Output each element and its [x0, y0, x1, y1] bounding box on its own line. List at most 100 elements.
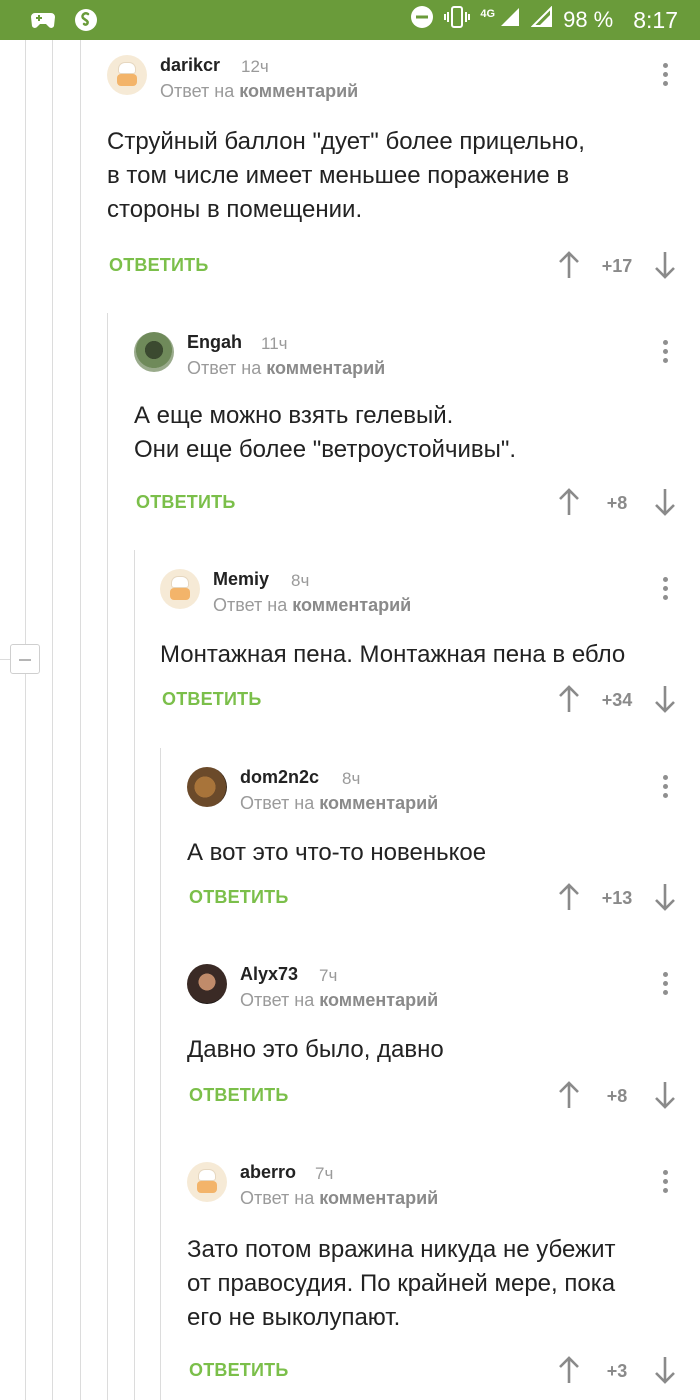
- comment-author[interactable]: Alyx73: [240, 964, 298, 985]
- more-options-icon[interactable]: [662, 970, 670, 1000]
- upvote-arrow-icon[interactable]: [558, 251, 580, 279]
- reply-to-prefix: Ответ на: [187, 358, 262, 378]
- reply-button[interactable]: ОТВЕТИТЬ: [189, 1085, 288, 1106]
- upvote-arrow-icon[interactable]: [558, 883, 580, 911]
- comment: darikcr 12ч Ответ на комментарий Струйны…: [107, 55, 700, 295]
- avatar[interactable]: [160, 569, 200, 609]
- comment-rating: +17: [601, 256, 633, 276]
- thread-line: [80, 40, 81, 1400]
- clock: 8:17: [633, 6, 678, 33]
- comment-line: Давно это было, давно: [187, 1036, 444, 1063]
- more-options-icon[interactable]: [662, 61, 670, 91]
- reply-to-link[interactable]: комментарий: [319, 990, 438, 1010]
- downvote-arrow-icon[interactable]: [654, 488, 676, 516]
- comment-rating: +3: [606, 1361, 628, 1381]
- upvote-arrow-icon[interactable]: [558, 488, 580, 516]
- comment-text: Струйный баллон "дует" более прицельно, …: [107, 125, 585, 227]
- comment-line: Зато потом вражина никуда не убежит: [187, 1236, 616, 1263]
- network-type: 4G: [480, 8, 496, 20]
- reply-to-prefix: Ответ на: [240, 1188, 315, 1208]
- signal-icon-2: [530, 5, 553, 34]
- comment-time: 8ч: [342, 769, 361, 788]
- reply-to-link[interactable]: комментарий: [319, 1188, 438, 1208]
- avatar[interactable]: [187, 767, 227, 807]
- avatar[interactable]: [187, 964, 227, 1004]
- comment: aberro 7ч Ответ на комментарий Зато пото…: [187, 1162, 700, 1400]
- comment-author[interactable]: darikcr: [160, 55, 220, 76]
- comment-text: Зато потом вражина никуда не убежит от п…: [187, 1233, 615, 1335]
- shazam-icon: [74, 8, 98, 37]
- reply-to-link[interactable]: комментарий: [266, 358, 385, 378]
- reply-to: Ответ на комментарий: [213, 595, 411, 616]
- reply-to-link[interactable]: комментарий: [239, 81, 358, 101]
- downvote-arrow-icon[interactable]: [654, 883, 676, 911]
- upvote-arrow-icon[interactable]: [558, 685, 580, 713]
- comment-author[interactable]: dom2n2c: [240, 767, 319, 788]
- more-options-icon[interactable]: [662, 773, 670, 803]
- reply-to-prefix: Ответ на: [240, 793, 315, 813]
- reply-button[interactable]: ОТВЕТИТЬ: [109, 255, 208, 276]
- comment: Engah 11ч Ответ на комментарий А еще мож…: [134, 332, 700, 532]
- reply-to: Ответ на комментарий: [240, 990, 438, 1011]
- comment-rating: +8: [606, 1086, 628, 1106]
- comment: Memiy 8ч Ответ на комментарий Монтажная …: [160, 569, 700, 729]
- comment-text: Давно это было, давно: [187, 1033, 444, 1067]
- upvote-arrow-icon[interactable]: [558, 1081, 580, 1109]
- reply-to-prefix: Ответ на: [213, 595, 288, 615]
- downvote-arrow-icon[interactable]: [654, 251, 676, 279]
- reply-to: Ответ на комментарий: [187, 358, 385, 379]
- comment: dom2n2c 8ч Ответ на комментарий А вот эт…: [187, 767, 700, 927]
- reply-button[interactable]: ОТВЕТИТЬ: [136, 492, 235, 513]
- thread-line: [52, 40, 53, 1400]
- comment-text: А еще можно взять гелевый. Они еще более…: [134, 399, 516, 467]
- comment-author[interactable]: Memiy: [213, 569, 269, 590]
- comment-line: Они еще более "ветроустойчивы".: [134, 436, 517, 463]
- comment: Alyx73 7ч Ответ на комментарий Давно это…: [187, 964, 700, 1124]
- comment-rating: +13: [601, 888, 633, 908]
- comment-line: в том числе имеет меньшее поражение в: [107, 162, 570, 189]
- thread-line: [160, 748, 161, 1400]
- reply-button[interactable]: ОТВЕТИТЬ: [162, 689, 261, 710]
- downvote-arrow-icon[interactable]: [654, 685, 676, 713]
- comment-author[interactable]: Engah: [187, 332, 242, 353]
- reply-to: Ответ на комментарий: [240, 793, 438, 814]
- comment-time: 8ч: [291, 571, 310, 590]
- reply-to: Ответ на комментарий: [160, 81, 358, 102]
- comment-line: Монтажная пена. Монтажная пена в ебло: [160, 641, 626, 668]
- status-bar: 4G 98 % 8:17: [0, 0, 700, 40]
- reply-button[interactable]: ОТВЕТИТЬ: [189, 1360, 288, 1381]
- comment-line: стороны в помещении.: [107, 196, 363, 223]
- collapse-thread-button[interactable]: [10, 644, 40, 674]
- thread-line: [134, 550, 135, 1400]
- gamepad-icon: [30, 9, 56, 36]
- vibrate-icon: [444, 5, 471, 35]
- thread-line: [25, 40, 26, 644]
- reply-button[interactable]: ОТВЕТИТЬ: [189, 887, 288, 908]
- comment-line: его не выколупают.: [187, 1304, 401, 1331]
- reply-to-link[interactable]: комментарий: [292, 595, 411, 615]
- downvote-arrow-icon[interactable]: [654, 1081, 676, 1109]
- reply-to-link[interactable]: комментарий: [319, 793, 438, 813]
- more-options-icon[interactable]: [662, 338, 670, 368]
- avatar[interactable]: [134, 332, 174, 372]
- comment-time: 12ч: [241, 57, 269, 76]
- more-options-icon[interactable]: [662, 1168, 670, 1198]
- reply-to-prefix: Ответ на: [240, 990, 315, 1010]
- thread-line: [25, 674, 26, 1400]
- avatar[interactable]: [187, 1162, 227, 1202]
- comment-line: А вот это что-то новенькое: [187, 839, 487, 866]
- do-not-disturb-icon: [410, 5, 434, 35]
- downvote-arrow-icon[interactable]: [654, 1356, 676, 1384]
- comment-rating: +8: [606, 493, 628, 513]
- comment-time: 7ч: [315, 1164, 334, 1183]
- more-options-icon[interactable]: [662, 575, 670, 605]
- comment-time: 7ч: [319, 966, 338, 985]
- comment-author[interactable]: aberro: [240, 1162, 296, 1183]
- comment-text: А вот это что-то новенькое: [187, 836, 486, 870]
- reply-to-prefix: Ответ на: [160, 81, 235, 101]
- battery-level: 98 %: [563, 7, 614, 32]
- avatar[interactable]: [107, 55, 147, 95]
- comment-time: 11ч: [261, 334, 288, 353]
- comment-line: Струйный баллон "дует" более прицельно,: [107, 128, 585, 155]
- upvote-arrow-icon[interactable]: [558, 1356, 580, 1384]
